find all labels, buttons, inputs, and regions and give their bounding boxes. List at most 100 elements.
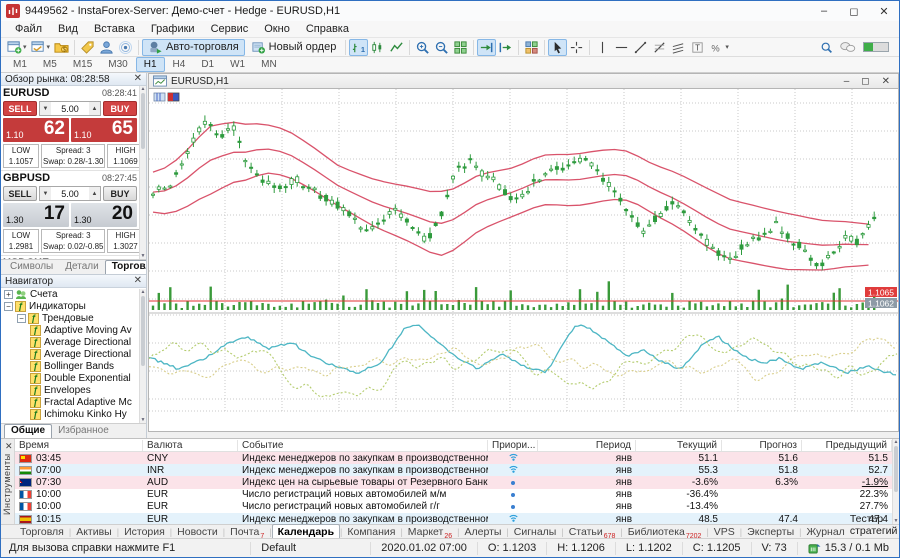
- toolbox-tab-11[interactable]: Библиотека7202: [623, 526, 707, 538]
- menu-item-0[interactable]: Файл: [7, 23, 50, 35]
- calendar-row[interactable]: 10:15EURИндекс менеджеров по закупкам в …: [15, 513, 892, 524]
- text-button[interactable]: T: [688, 39, 707, 56]
- toolbox-tab-4[interactable]: Почта7: [225, 526, 269, 538]
- auto-scroll-button[interactable]: [477, 39, 496, 56]
- price-tag-button[interactable]: [78, 39, 97, 56]
- search-icon[interactable]: [820, 41, 833, 54]
- toolbox-tab-10[interactable]: Статьи678: [564, 526, 621, 538]
- navigator-tab-Избранное[interactable]: Избранное: [52, 425, 115, 438]
- channel-button[interactable]: [669, 39, 688, 56]
- cursor-button[interactable]: [548, 39, 567, 56]
- menu-item-6[interactable]: Справка: [298, 23, 357, 35]
- minimize-button[interactable]: –: [809, 1, 839, 21]
- sell-button[interactable]: SELL: [3, 186, 37, 201]
- timeframe-m30[interactable]: M30: [100, 57, 135, 72]
- toolbox-tab-0[interactable]: Торговля: [15, 526, 69, 538]
- column-header-3[interactable]: Приори...: [488, 440, 538, 451]
- toolbox-tab-9[interactable]: Сигналы: [509, 526, 562, 538]
- sell-button[interactable]: SELL: [3, 101, 37, 116]
- shapes-button[interactable]: %▾: [707, 39, 731, 56]
- toolbox-tab-7[interactable]: Маркет26: [403, 526, 457, 538]
- tree-item[interactable]: −ƒТрендовые: [1, 312, 139, 324]
- column-header-4[interactable]: Период: [538, 440, 636, 451]
- timeframe-mn[interactable]: MN: [253, 57, 285, 72]
- calendar-row[interactable]: 03:45CNYИндекс менеджеров по закупкам в …: [15, 452, 892, 464]
- new-chart-button[interactable]: ▾: [5, 39, 29, 56]
- buy-button[interactable]: BUY: [103, 186, 137, 201]
- column-header-7[interactable]: Предыдущий: [802, 440, 892, 451]
- timeframe-m1[interactable]: M1: [5, 57, 35, 72]
- timeframe-h4[interactable]: H4: [165, 57, 194, 72]
- calendar-row[interactable]: 10:00EURЧисло регистраций новых автомоби…: [15, 501, 892, 513]
- toolbox-tab-3[interactable]: Новости: [172, 526, 223, 538]
- auto-trading-button[interactable]: Авто-торговля: [142, 39, 245, 56]
- menu-item-4[interactable]: Сервис: [203, 23, 257, 35]
- column-header-0[interactable]: Время: [15, 440, 143, 451]
- timeframe-m15[interactable]: M15: [65, 57, 100, 72]
- expand-icon[interactable]: +: [4, 290, 13, 299]
- vertical-line-button[interactable]: [593, 39, 612, 56]
- community-button[interactable]: [97, 39, 116, 56]
- toolbox-tab-6[interactable]: Компания: [342, 526, 400, 538]
- candle-chart-mode-button[interactable]: [368, 39, 387, 56]
- chart-title-bar[interactable]: EURUSD,H1 – ◻ ✕: [148, 73, 899, 89]
- toolbox-tab-1[interactable]: Активы: [71, 526, 117, 538]
- close-icon[interactable]: ✕: [5, 441, 13, 451]
- volume-decrease-button[interactable]: ▼: [40, 187, 51, 200]
- bid-price[interactable]: 1.1062: [3, 118, 69, 142]
- ask-price[interactable]: 1.1065: [71, 118, 137, 142]
- timeframe-w1[interactable]: W1: [222, 57, 253, 72]
- toolbox-tab-2[interactable]: История: [119, 526, 170, 538]
- crosshair-button[interactable]: [567, 39, 586, 56]
- tree-item[interactable]: ƒIchimoku Kinko Hy: [1, 408, 139, 420]
- toolbox-tab-8[interactable]: Алерты: [459, 526, 506, 538]
- market-watch-tab-Торговля[interactable]: Торговля: [105, 260, 147, 274]
- indicators-button[interactable]: [522, 39, 541, 56]
- calendar-row[interactable]: 07:00INRИндекс менеджеров по закупкам в …: [15, 464, 892, 476]
- chat-icon[interactable]: [840, 41, 856, 53]
- calendar-scrollbar[interactable]: ▲▼: [892, 439, 899, 524]
- toolbox-tab-12[interactable]: VPS: [709, 526, 740, 538]
- tree-item[interactable]: ƒAverage Directional: [1, 336, 139, 348]
- market-watch-tab-Символы[interactable]: Символы: [4, 261, 59, 274]
- collapse-icon[interactable]: −: [4, 302, 13, 311]
- tree-item[interactable]: +Счета: [1, 288, 139, 300]
- column-header-2[interactable]: Событие: [238, 440, 488, 451]
- bar-chart-mode-button[interactable]: 1: [349, 39, 368, 56]
- market-folder-button[interactable]: $: [52, 39, 71, 56]
- calendar-row[interactable]: 07:30AUDИндекс цен на сырьевые товары от…: [15, 476, 892, 488]
- volume-increase-button[interactable]: ▲: [89, 102, 100, 115]
- menu-item-5[interactable]: Окно: [256, 23, 298, 35]
- ask-price[interactable]: 1.3020: [71, 203, 137, 227]
- volume-stepper[interactable]: ▼5.00▲: [39, 186, 101, 201]
- horizontal-line-button[interactable]: [612, 39, 631, 56]
- toolbox-tab-5[interactable]: Календарь: [272, 524, 340, 538]
- zoom-in-button[interactable]: [413, 39, 432, 56]
- zoom-out-button[interactable]: [432, 39, 451, 56]
- market-watch-tab-Детали[interactable]: Детали: [59, 261, 104, 274]
- volume-stepper[interactable]: ▼5.00▲: [39, 101, 101, 116]
- menu-item-3[interactable]: Графики: [143, 23, 203, 35]
- column-header-1[interactable]: Валюта: [143, 440, 238, 451]
- navigator-scrollbar[interactable]: ▲▼: [139, 289, 146, 423]
- timeframe-d1[interactable]: D1: [193, 57, 222, 72]
- close-icon[interactable]: ✕: [134, 74, 142, 84]
- timeframe-h1[interactable]: H1: [136, 57, 165, 72]
- symbol-name[interactable]: GBPUSD: [3, 172, 50, 184]
- broadcast-button[interactable]: [116, 39, 135, 56]
- tile-windows-button[interactable]: [451, 39, 470, 56]
- calendar-row[interactable]: 10:00EURЧисло регистраций новых автомоби…: [15, 489, 892, 501]
- column-header-5[interactable]: Текущий: [636, 440, 722, 451]
- market-watch-scrollbar[interactable]: ▲▼: [139, 86, 146, 259]
- chart-minimize-button[interactable]: –: [844, 76, 850, 87]
- bid-price[interactable]: 1.3017: [3, 203, 69, 227]
- status-profile[interactable]: Default: [250, 542, 370, 555]
- toolbox-tab-14[interactable]: Журнал: [801, 526, 849, 538]
- tree-item[interactable]: ƒBollinger Bands: [1, 360, 139, 372]
- navigator-tab-Общие[interactable]: Общие: [4, 424, 52, 438]
- maximize-button[interactable]: ◻: [839, 1, 869, 21]
- tree-item[interactable]: −ƒИндикаторы: [1, 300, 139, 312]
- volume-decrease-button[interactable]: ▼: [40, 102, 51, 115]
- tree-item[interactable]: ƒAverage Directional: [1, 348, 139, 360]
- volume-increase-button[interactable]: ▲: [89, 187, 100, 200]
